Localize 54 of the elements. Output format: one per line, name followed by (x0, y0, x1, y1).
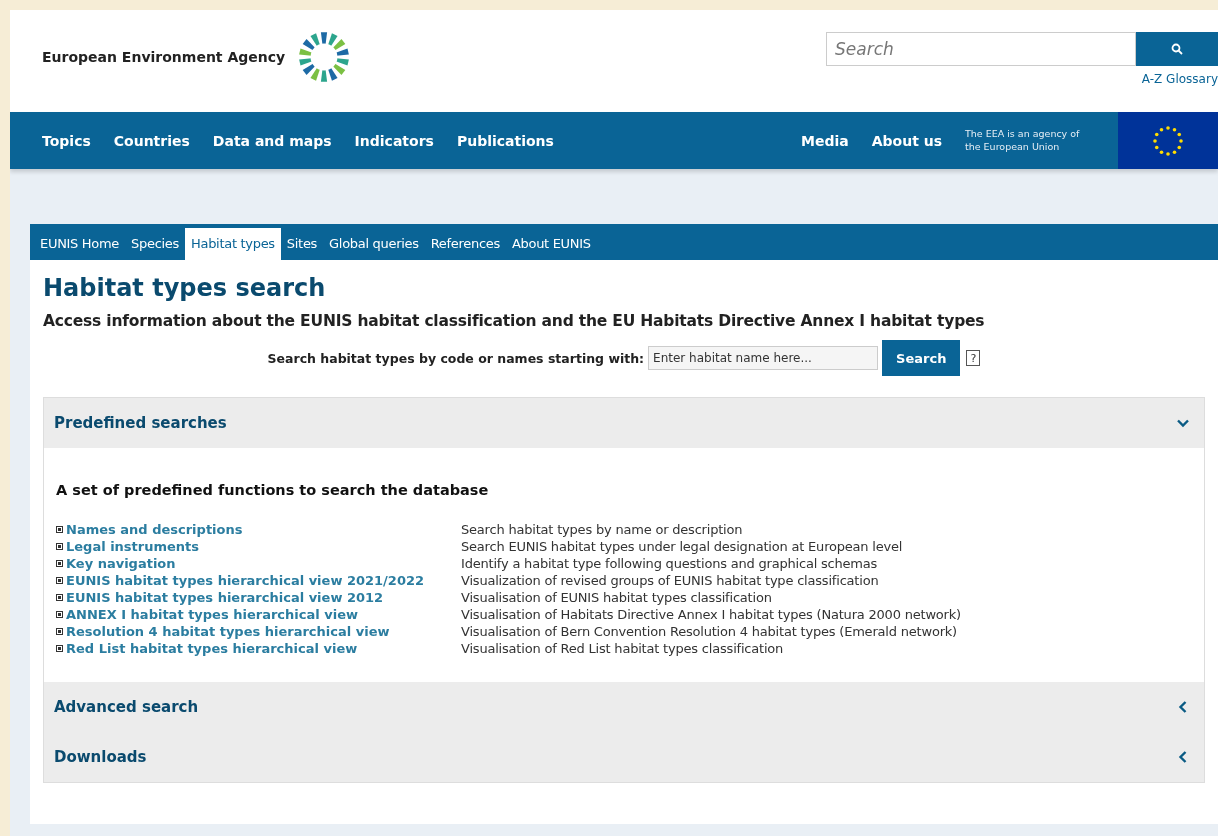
accordion-header[interactable]: Advanced search (44, 682, 1204, 732)
link-description: Search habitat types by name or description (461, 522, 744, 537)
nav-link[interactable]: Indicators (354, 132, 434, 149)
search-field[interactable]: Search (826, 32, 1136, 66)
search-link[interactable]: EUNIS habitat types hierarchical view 2021/2022 (66, 573, 425, 588)
bullet-icon (56, 577, 63, 584)
tab[interactable]: References (424, 228, 506, 260)
search-link[interactable]: Resolution 4 habitat types hierarchical view (66, 624, 390, 639)
search-link[interactable]: ANNEX I habitat types hierarchical view (66, 607, 358, 622)
bullet-icon (56, 560, 63, 567)
search-icon (1171, 43, 1183, 55)
link-description: Visualisation of Habitats Directive Annex I habitat types (Natura 2000 network) (461, 607, 962, 622)
link-description: Identify a habitat type following questions and graphical schemas (461, 556, 879, 571)
nav-link[interactable]: Topics (42, 132, 91, 149)
tab[interactable]: Sites (280, 228, 324, 260)
tab[interactable]: About EUNIS (505, 228, 597, 260)
search-link[interactable]: Names and descriptions (66, 522, 243, 537)
page-title: Habitat types search (43, 273, 327, 302)
bullet-icon (56, 543, 63, 550)
bullet-icon (56, 628, 63, 635)
agency-name[interactable]: European Environment Agency (42, 49, 286, 65)
search-link[interactable]: EUNIS habitat types hierarchical view 2012 (66, 590, 384, 605)
nav-link[interactable]: Media (801, 132, 849, 149)
accordion-header[interactable]: Downloads (44, 732, 1204, 782)
nav-link[interactable]: Data and maps (212, 132, 332, 149)
habitat-search-field[interactable]: Enter habitat name here... (648, 346, 879, 370)
eu-flag-icon (1118, 112, 1218, 169)
search-link[interactable]: Red List habitat types hierarchical view (66, 641, 358, 656)
bullet-icon (56, 594, 63, 601)
tab[interactable]: Species (125, 228, 185, 260)
tab[interactable]: Global queries (323, 228, 425, 260)
search-label: Search habitat types by code or names starting with: (267, 350, 645, 366)
search-link[interactable]: Legal instruments (66, 539, 200, 554)
page-subtitle: Access information about the EUNIS habitat classification and the EU Habitats Directive Annex I habitat types (43, 312, 986, 330)
nav-link[interactable]: About us (871, 132, 942, 149)
link-description: Visualisation of Red List habitat types classification (461, 641, 785, 656)
nav-link[interactable]: Countries (113, 132, 190, 149)
link-description: Visualisation of Bern Convention Resolution 4 habitat types (Emerald network) (461, 624, 958, 639)
bullet-icon (56, 611, 63, 618)
bullet-icon (56, 526, 63, 533)
accordion-header[interactable]: Predefined searches (44, 398, 1204, 448)
help-button[interactable]: ? (966, 350, 981, 366)
panel-heading: A set of predefined functions to search the database (56, 482, 490, 498)
tab[interactable]: EUNIS Home (34, 228, 126, 260)
search-button[interactable]: Search (882, 340, 961, 376)
search-link[interactable]: Key navigation (66, 556, 176, 571)
glossary-link[interactable]: A-Z Glossary (1141, 72, 1218, 86)
link-description: Visualization of revised groups of EUNIS habitat type classification (461, 573, 880, 588)
nav-link[interactable]: Publications (456, 132, 554, 149)
link-description: Search EUNIS habitat types under legal designation at European level (461, 539, 904, 554)
eu-agency-note: The EEA is an agency of the European Union (965, 128, 1081, 153)
tab[interactable]: Habitat types (185, 228, 281, 260)
bullet-icon (56, 645, 63, 652)
link-description: Visualisation of EUNIS habitat types classification (461, 590, 773, 605)
